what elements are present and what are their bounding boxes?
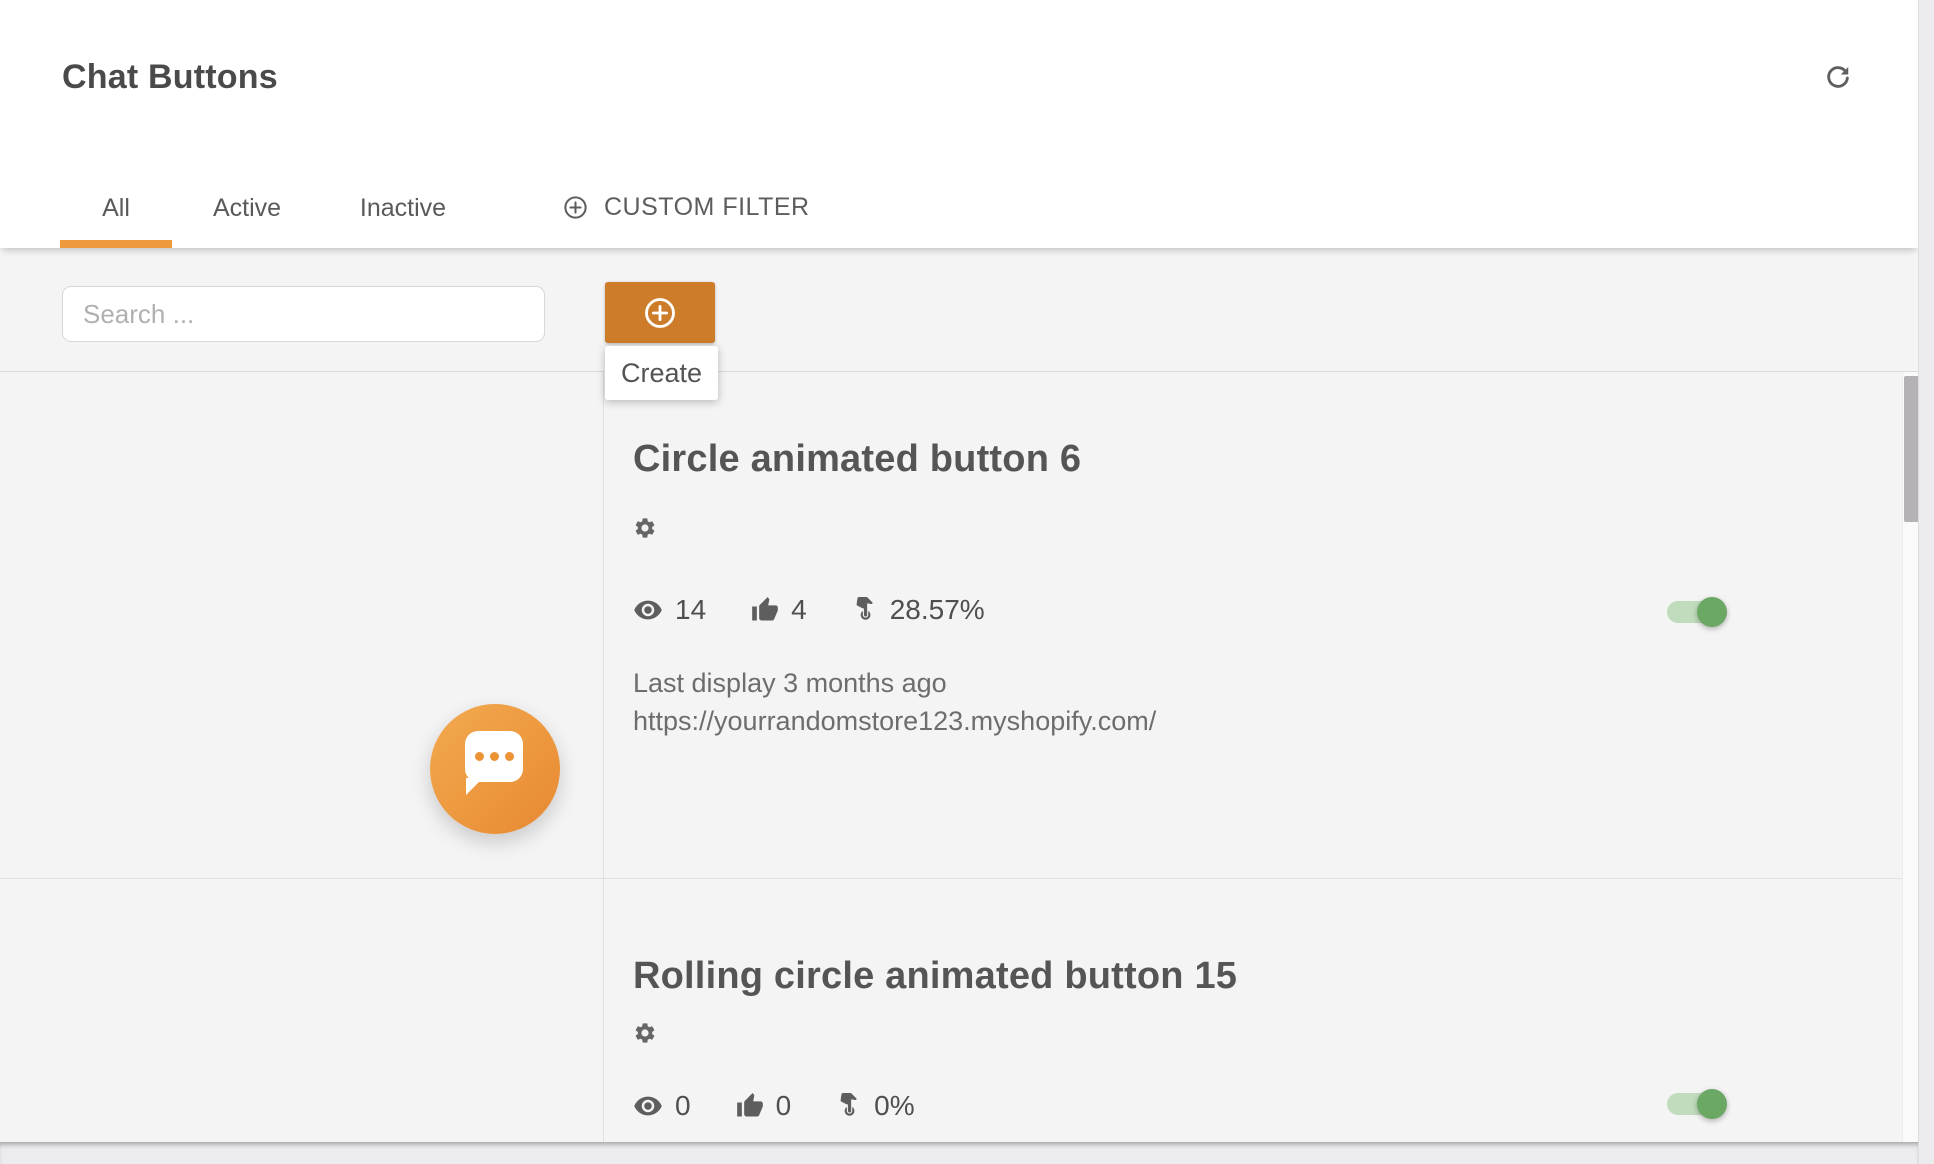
likes-stat: 0 [736,1090,792,1122]
toggle-knob [1697,597,1727,627]
refresh-button[interactable] [1812,52,1864,104]
toggle-knob [1697,1089,1727,1119]
custom-filter-button[interactable]: CUSTOM FILTER [562,168,810,248]
typing-dots-icon [465,731,523,782]
window-bottom-edge [0,1142,1918,1164]
last-display-text: Last display 3 months ago [633,664,1156,702]
item-title: Circle animated button 6 [633,438,1081,481]
tab-all-label: All [102,194,130,223]
click-rate-stat: 0% [836,1090,914,1122]
views-value: 14 [675,594,706,626]
list-scrollbar[interactable] [1902,372,1918,1143]
tap-icon [852,597,878,623]
page-title: Chat Buttons [62,58,278,97]
scrollbar-thumb[interactable] [1904,376,1918,522]
circle-plus-icon [642,295,678,331]
thumbs-up-icon [736,1092,764,1120]
active-tab-underline [60,240,172,248]
circle-plus-icon [562,194,589,221]
tab-inactive[interactable]: Inactive [322,168,484,248]
settings-gear-icon[interactable] [633,516,657,540]
list-item-row: Circle animated button 6 14 [0,372,1902,879]
likes-stat: 4 [751,594,807,626]
click-rate-value: 0% [874,1090,914,1122]
tab-active-label: Active [213,194,281,223]
item-stats: 14 4 28.57% [633,594,1030,626]
create-tooltip: Create [605,346,718,400]
item-title: Rolling circle animated button 15 [633,955,1237,998]
page-header: Chat Buttons All Active Inactive [0,0,1918,248]
item-url: https://yourrandomstore123.myshopify.com… [633,702,1156,740]
click-rate-value: 28.57% [890,594,985,626]
views-stat: 14 [633,594,706,626]
tap-icon [836,1093,862,1119]
list-item-row: Rolling circle animated button 15 0 [0,879,1902,1143]
tab-inactive-label: Inactive [360,194,446,223]
item-meta: Last display 3 months ago https://yourra… [633,664,1156,740]
enable-toggle[interactable] [1667,597,1731,627]
toolbar: Create [0,248,1918,371]
tab-all[interactable]: All [60,168,172,248]
likes-value: 0 [776,1090,792,1122]
likes-value: 4 [791,594,807,626]
thumbs-up-icon [751,596,779,624]
eye-icon [633,1091,663,1121]
settings-gear-icon[interactable] [633,1021,657,1045]
tab-bar: All Active Inactive CUSTOM FILTER [60,168,810,248]
custom-filter-label: CUSTOM FILTER [604,193,810,222]
item-stats: 0 0 0% [633,1090,960,1122]
enable-toggle[interactable] [1667,1089,1731,1119]
eye-icon [633,595,663,625]
window-right-edge [1918,0,1934,1164]
chat-buttons-list: Circle animated button 6 14 [0,371,1918,1143]
chat-button-preview[interactable] [430,704,560,834]
tab-active[interactable]: Active [172,168,322,248]
search-input[interactable] [62,286,545,342]
click-rate-stat: 28.57% [852,594,985,626]
views-value: 0 [675,1090,691,1122]
create-button[interactable] [605,282,715,343]
refresh-icon [1823,63,1853,93]
views-stat: 0 [633,1090,691,1122]
